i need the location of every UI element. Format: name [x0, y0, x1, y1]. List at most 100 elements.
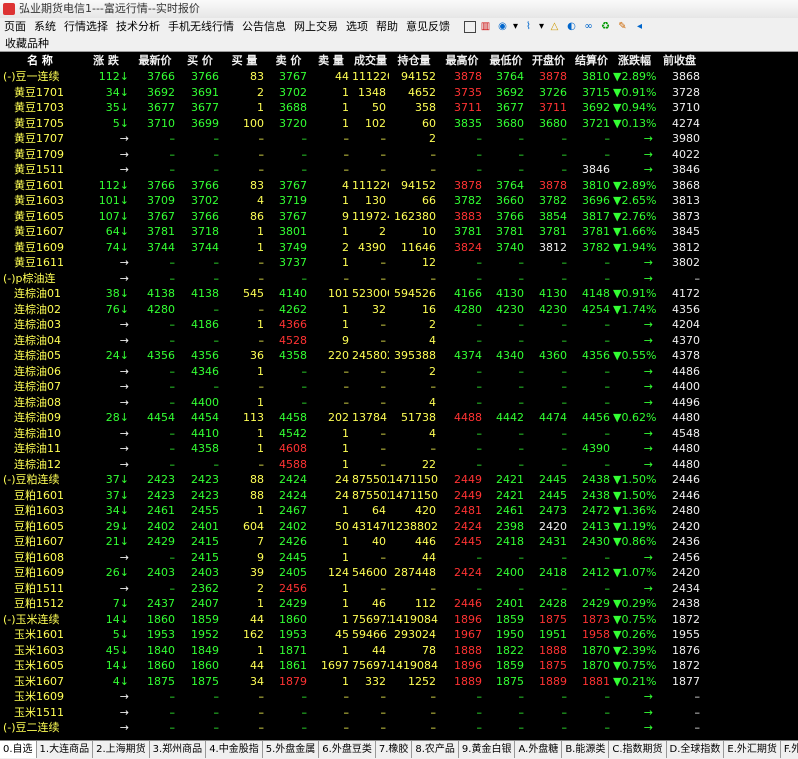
pen-icon[interactable]: ✎ — [616, 20, 630, 34]
refresh-icon[interactable]: ♻ — [599, 20, 613, 34]
menu-mobile[interactable]: 手机无线行情 — [164, 18, 238, 36]
table-row[interactable]: 黄豆1611 → – – – 3737 1 – 12 – – – – → 3802 — [0, 255, 798, 271]
market-tab[interactable]: 4.中金股指 — [206, 741, 263, 758]
table-row[interactable]: 黄豆1511 → – – – – – – – – – – 3846 → 3846 — [0, 162, 798, 178]
table-row[interactable]: 连棕油04 → – – –4528 9–4– – – – → 4370 — [0, 333, 798, 349]
column-header[interactable]: 成交量 — [352, 53, 389, 69]
dropdown-chevron-icon[interactable]: ▾ — [513, 20, 519, 34]
menu-page[interactable]: 页面 — [0, 18, 30, 36]
market-tab[interactable]: 2.上海期货 — [93, 741, 150, 758]
table-row[interactable]: 连棕油11 → – 4358 1 4608 1 – – – – – 4390 → 4480 — [0, 441, 798, 457]
column-header[interactable]: 最新价 — [132, 53, 178, 69]
menu-system[interactable]: 系统 — [30, 18, 60, 36]
table-row[interactable]: 连棕油03 → – 4186 1 4366 1 – 2 – – – – → 4204 — [0, 317, 798, 333]
table-row[interactable]: 豆粕1603 34↓ 2461 2455 1 2467 1 64 420 2481 2461 2473… — [0, 503, 798, 519]
column-header[interactable]: 开盘价 — [527, 53, 570, 69]
table-row[interactable]: 连棕油07 → – – – – – – – – – – – → 4400 — [0, 379, 798, 395]
market-tab[interactable]: B.能源类 — [562, 741, 610, 758]
table-row[interactable]: 黄豆1605 107↓ 3767 3766 86 3767 9119724 162380 388… — [0, 209, 798, 225]
column-header[interactable]: 名 称 — [0, 53, 80, 69]
menu-announcements[interactable]: 公告信息 — [238, 18, 290, 36]
table-row[interactable]: 连棕油01 38↓ 4138 4138 545 4140 101523000 594526 41… — [0, 286, 798, 302]
table-row[interactable]: (-)豆一连续 112↓ 3766 3766 83 3767 44111220 94152 38… — [0, 69, 798, 85]
table-row[interactable]: 黄豆1607 64↓ 3781 3718 1 3801 1 2 10 3781 3781 3781 37… — [0, 224, 798, 240]
table-cell: – — [169, 364, 176, 378]
table-row[interactable]: 连棕油10 → – 4410 1 4542 1 – 4 – – – – → 4548 — [0, 426, 798, 442]
menu-tech-analysis[interactable]: 技术分析 — [112, 18, 164, 36]
table-row[interactable]: 黄豆1701 34↓ 3692 3691 2 3702 1 1348 4652 3735 3692 3… — [0, 85, 798, 101]
table-row[interactable]: 豆粕1512 7↓ 2437 2407 1 2429 1 46 112 2446 2401 2428 2… — [0, 596, 798, 612]
table-row[interactable]: 豆粕1605 29↓ 2402 2401 604 2402 504314701238802 2… — [0, 519, 798, 535]
kline-chart-icon[interactable]: ▥ — [479, 20, 493, 34]
table-row[interactable]: (-)玉米连续 14↓ 1860 1859 44 1860 17569721419084 18… — [0, 612, 798, 628]
market-tab[interactable]: A.外盘糖 — [515, 741, 563, 758]
column-header[interactable]: 最高价 — [439, 53, 485, 69]
table-row[interactable]: 玉米1609 → – – – – – – – – – – – → – — [0, 689, 798, 705]
link-icon[interactable]: ∞ — [582, 20, 596, 34]
menu-online-trading[interactable]: 网上交易 — [290, 18, 342, 36]
market-tab[interactable]: F.外汇 — [781, 741, 798, 758]
table-row[interactable]: 黄豆1707 → – – – – – – 2 – – – – → 3980 — [0, 131, 798, 147]
table-row[interactable]: 黄豆1609 74↓ 3744 3744 1 3749 2 4390 11646 3824 3740… — [0, 240, 798, 256]
menu-options[interactable]: 选项 — [342, 18, 372, 36]
table-row[interactable]: 玉米1601 5↓ 1953 1952 162 1953 45 59466 293024 1967… — [0, 627, 798, 643]
column-header[interactable]: 卖 价 — [267, 53, 310, 69]
table-row[interactable]: 连棕油05 24↓ 4356 4356 36 4358 220245802 395388 437… — [0, 348, 798, 364]
column-header[interactable]: 涨 跌 — [80, 53, 132, 69]
column-header[interactable]: 持仓量 — [389, 53, 439, 69]
market-tab[interactable]: 5.外盘金属 — [263, 741, 320, 758]
market-tab[interactable]: 3.郑州商品 — [150, 741, 207, 758]
column-header[interactable]: 结算价 — [570, 53, 613, 69]
menu-help[interactable]: 帮助 — [372, 18, 402, 36]
table-row[interactable]: 黄豆1703 35↓ 3677 3677 1 3688 1 50 358 3711 3677 3711… — [0, 100, 798, 116]
dropdown-chevron-icon[interactable]: ▾ — [539, 20, 545, 34]
market-tab[interactable]: 8.农产品 — [412, 741, 459, 758]
table-cell: – — [213, 690, 220, 703]
table-row[interactable]: 豆粕160137↓2423242388242424875502147115024… — [0, 488, 798, 504]
market-tab[interactable]: 9.黄金白银 — [459, 741, 516, 758]
line-chart-icon[interactable]: ⌇ — [522, 20, 536, 34]
market-tab[interactable]: E.外汇期货 — [724, 741, 781, 758]
market-tab[interactable]: 7.橡胶 — [376, 741, 413, 758]
table-row[interactable]: 玉米1603 45↓ 1840 1849 1 1871 1 44 78 1888 1822 1888 1… — [0, 643, 798, 659]
table-row[interactable]: 豆粕1609 26↓ 2403 2403 39 2405 124 54600 287448 242… — [0, 565, 798, 581]
table-row[interactable]: 连棕油02 76↓ 4280– –4262 1 32 16 4280 4230 4230 4254 ▼… — [0, 302, 798, 318]
column-header[interactable]: 卖 量 — [310, 53, 352, 69]
table-row[interactable]: 玉米1511 → – – – – – – – – – – – → – — [0, 705, 798, 721]
menu-feedback[interactable]: 意见反馈 — [402, 18, 454, 36]
market-tab[interactable]: D.全球指数 — [667, 741, 725, 758]
table-row[interactable]: 玉米1607 4↓ 1875 1875 34 1879 1 332 1252 1889 1875 18… — [0, 674, 798, 690]
table-row[interactable]: (-)豆二连续 → – – – – – – – – – – – → – — [0, 720, 798, 736]
table-row[interactable]: 连棕油09 28↓ 4454 4454 113 4458 202 13784 51738 4488… — [0, 410, 798, 426]
table-row[interactable]: 黄豆1603 101↓ 3709 3702 4 3719 1 130 66 3782 3660 378… — [0, 193, 798, 209]
column-header[interactable]: 涨跌幅 — [613, 53, 656, 69]
table-row[interactable]: 豆粕1607 21↓ 2429 2415 7 2426 1 40 446 2445 2418 2431… — [0, 534, 798, 550]
column-header[interactable]: 买 价 — [178, 53, 222, 69]
speaker-icon[interactable]: ◐ — [565, 20, 579, 34]
arrow-icon[interactable]: ◂ — [633, 20, 647, 34]
market-tab[interactable]: 6.外盘豆类 — [319, 741, 376, 758]
table-row[interactable]: (-)豆粕连续37↓242324238824242487550214711502… — [0, 472, 798, 488]
table-row[interactable]: (-)p棕油连 → – – – – – – – – – – – → – — [0, 271, 798, 287]
table-row[interactable]: 黄豆1709 → – – – – – – – – – – – → 4022 — [0, 147, 798, 163]
table-row[interactable]: 豆粕1608 → – 2415 9 2445 1 – 44 – – – – → 2456 — [0, 550, 798, 566]
quote-list-icon[interactable] — [463, 21, 476, 33]
market-tab[interactable]: 0.自选 — [0, 741, 37, 758]
table-row[interactable]: 连棕油06 → – 4346 1 – – – 2 – – – – → 4486 — [0, 364, 798, 380]
column-header[interactable]: 买 量 — [222, 53, 267, 69]
table-row[interactable]: 玉米1605 14↓ 1860 1860 44 1861 16977569741419084… — [0, 658, 798, 674]
table-row[interactable]: 黄豆1601 112↓ 3766 3766 83 3767 4111220 94152 3878… — [0, 178, 798, 194]
table-row[interactable]: 黄豆1705 5↓ 3710 3699 100 3720 1 102 60 3835 3680 368… — [0, 116, 798, 132]
table-row[interactable]: 连棕油08 → – 4400 1 – – – 4 – – – – → 4496 — [0, 395, 798, 411]
column-header[interactable]: 最低价 — [485, 53, 527, 69]
favorites-label[interactable]: 收藏品种 — [5, 37, 49, 50]
menu-market-select[interactable]: 行情选择 — [60, 18, 112, 36]
table-row[interactable]: 连棕油12 → – – –4588 1–22– – – – → 4480 — [0, 457, 798, 473]
column-header[interactable]: 前收盘 — [656, 53, 703, 69]
market-tab[interactable]: 1.大连商品 — [37, 741, 94, 758]
alert-bell-icon[interactable]: △ — [548, 20, 562, 34]
indicator-icon[interactable]: ◉ — [496, 20, 510, 34]
market-tab[interactable]: C.指数期货 — [609, 741, 667, 758]
table-row[interactable]: 豆粕1511 → – 2362 2 2456 1 – – – – – – → 2434 — [0, 581, 798, 597]
table-cell: 395388 — [394, 349, 436, 362]
